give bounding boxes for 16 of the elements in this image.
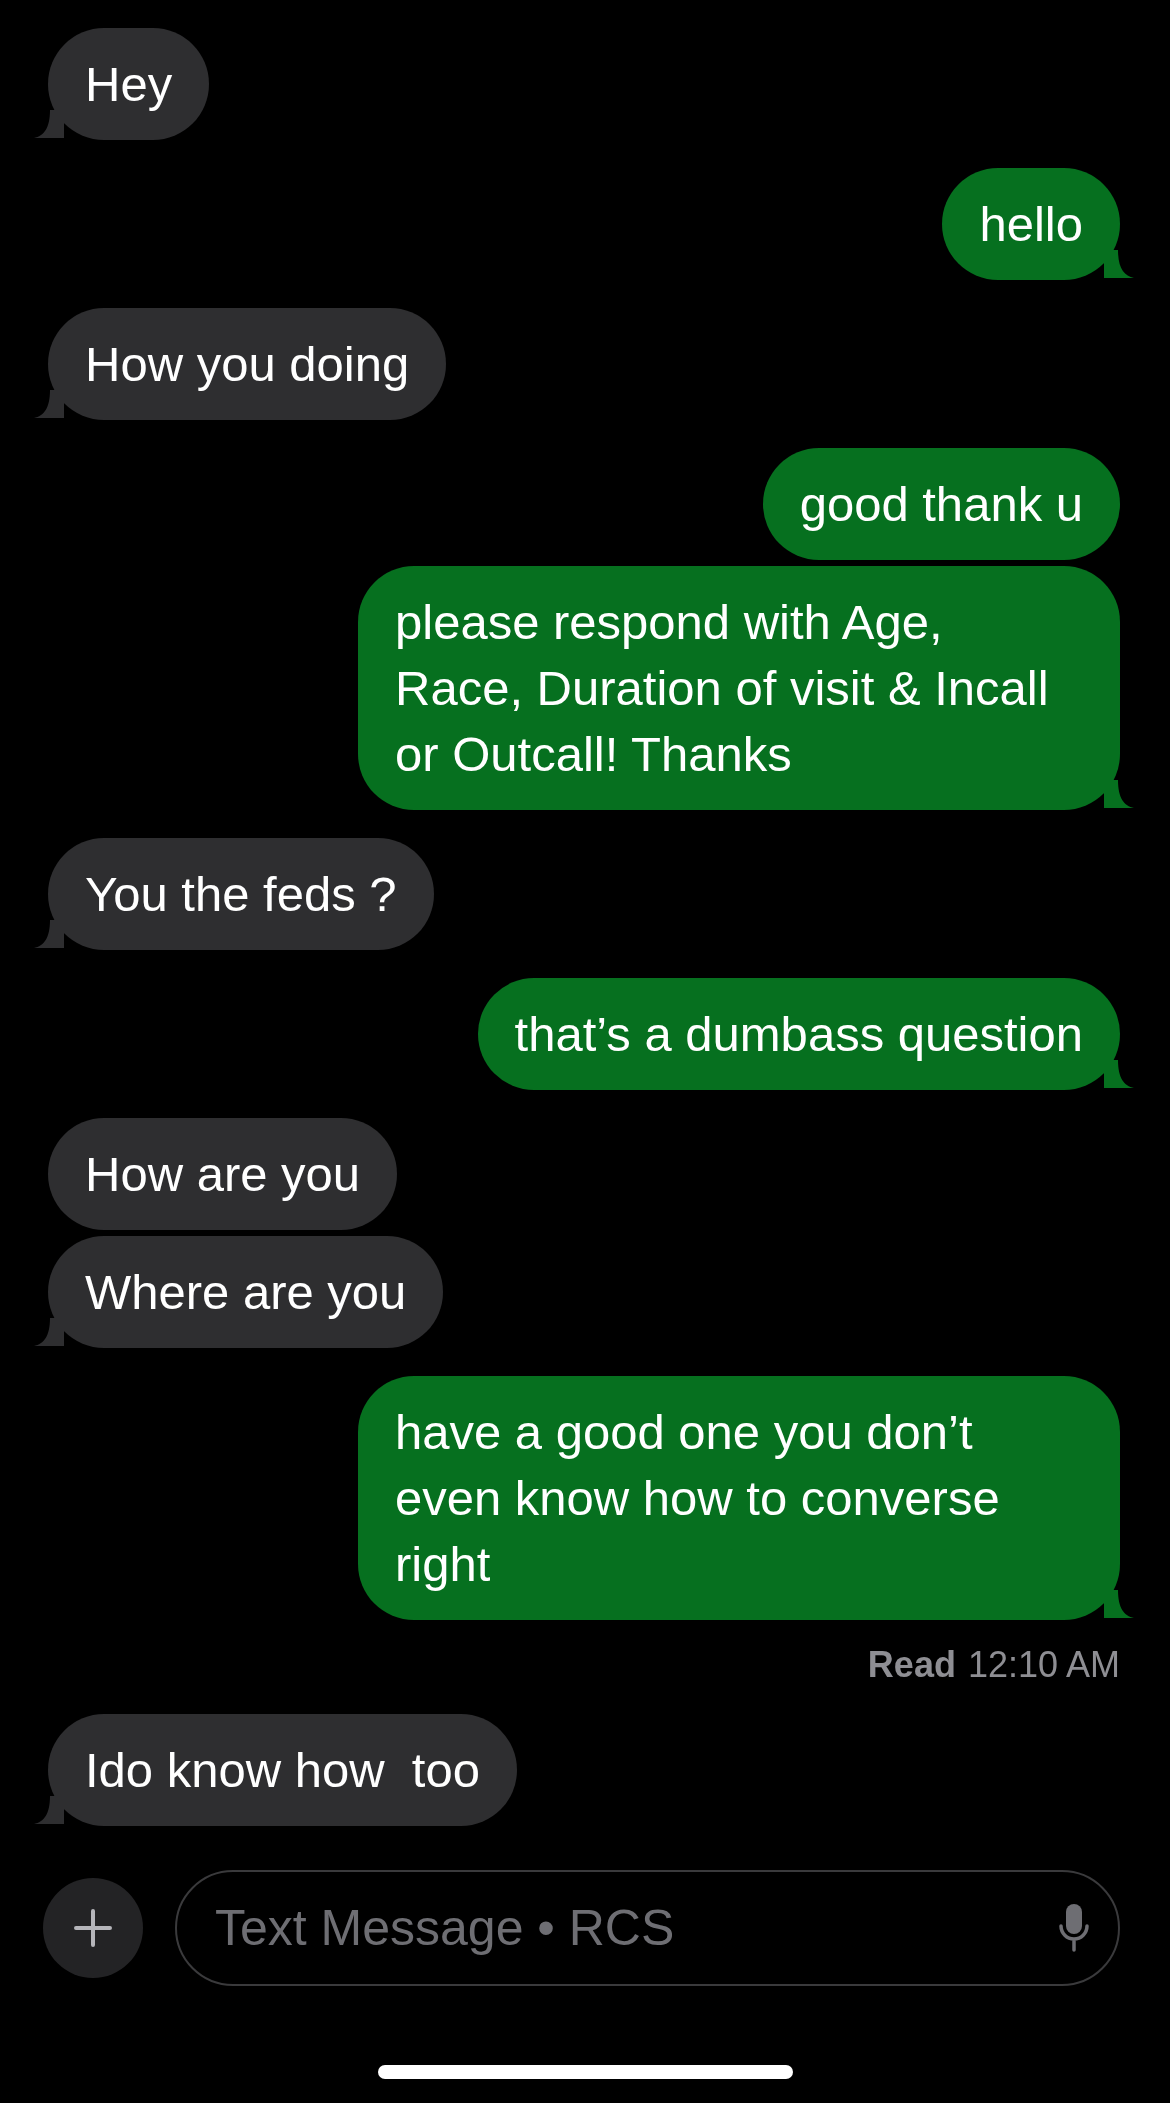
message-bubble: please respond with Age, Race, Duration of visit & Incall or Outcall! Thanks bbox=[358, 566, 1120, 810]
read-label: Read bbox=[867, 1643, 956, 1687]
message-bubble: Ido know how too bbox=[48, 1714, 517, 1826]
message-bubble: have a good one you don’t even know how to converse right bbox=[358, 1376, 1120, 1620]
message-bubble: How you doing bbox=[48, 308, 447, 420]
plus-icon bbox=[73, 1908, 113, 1948]
message-bubble: that’s a dumbass question bbox=[477, 978, 1120, 1090]
message-bubble: good thank u bbox=[762, 448, 1120, 560]
message-bubble: Hey bbox=[48, 28, 210, 140]
read-time: 12:10 AM bbox=[967, 1643, 1120, 1687]
message-bubble: hello bbox=[942, 168, 1120, 280]
message-bubble: You the feds ? bbox=[48, 838, 434, 950]
message-bubble: How are you bbox=[48, 1118, 398, 1230]
message-bubble: Where are you bbox=[48, 1236, 444, 1348]
message-input-field[interactable]: Text Message • RCS bbox=[175, 1870, 1120, 1986]
microphone-icon[interactable] bbox=[1058, 1902, 1090, 1954]
